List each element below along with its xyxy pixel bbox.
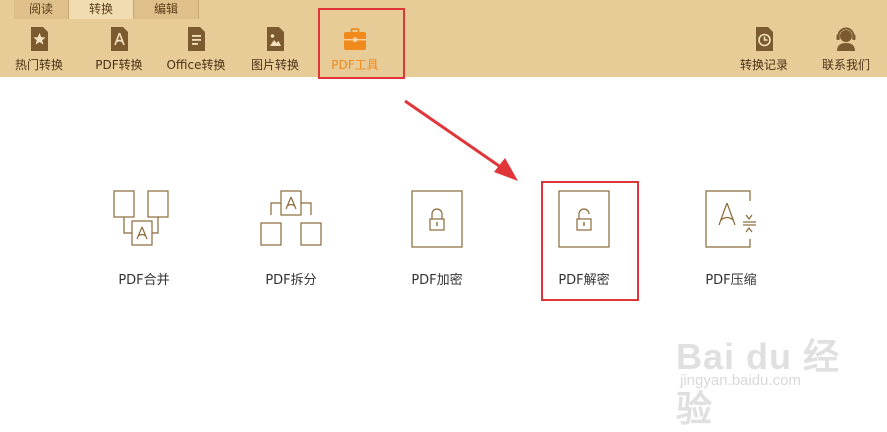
tool-label: PDF压缩 <box>705 273 757 288</box>
tool-split[interactable]: PDF拆分 <box>236 185 346 295</box>
watermark-site: jingyan.baidu.com <box>680 372 801 389</box>
split-icon <box>260 190 322 246</box>
tool-label: PDF合并 <box>118 273 170 288</box>
compress-icon <box>705 190 756 248</box>
lock-icon <box>411 190 463 248</box>
tool-encrypt[interactable]: PDF加密 <box>382 185 492 295</box>
watermark: Bai du 经验 jingyan.baidu.com <box>676 318 876 429</box>
tool-merge[interactable]: PDF合并 <box>89 185 199 295</box>
tool-label: PDF拆分 <box>265 273 317 288</box>
tool-compress[interactable]: PDF压缩 <box>676 185 786 295</box>
merge-icon <box>113 190 169 246</box>
highlight-decrypt <box>541 181 639 301</box>
tool-label: PDF加密 <box>411 273 463 288</box>
